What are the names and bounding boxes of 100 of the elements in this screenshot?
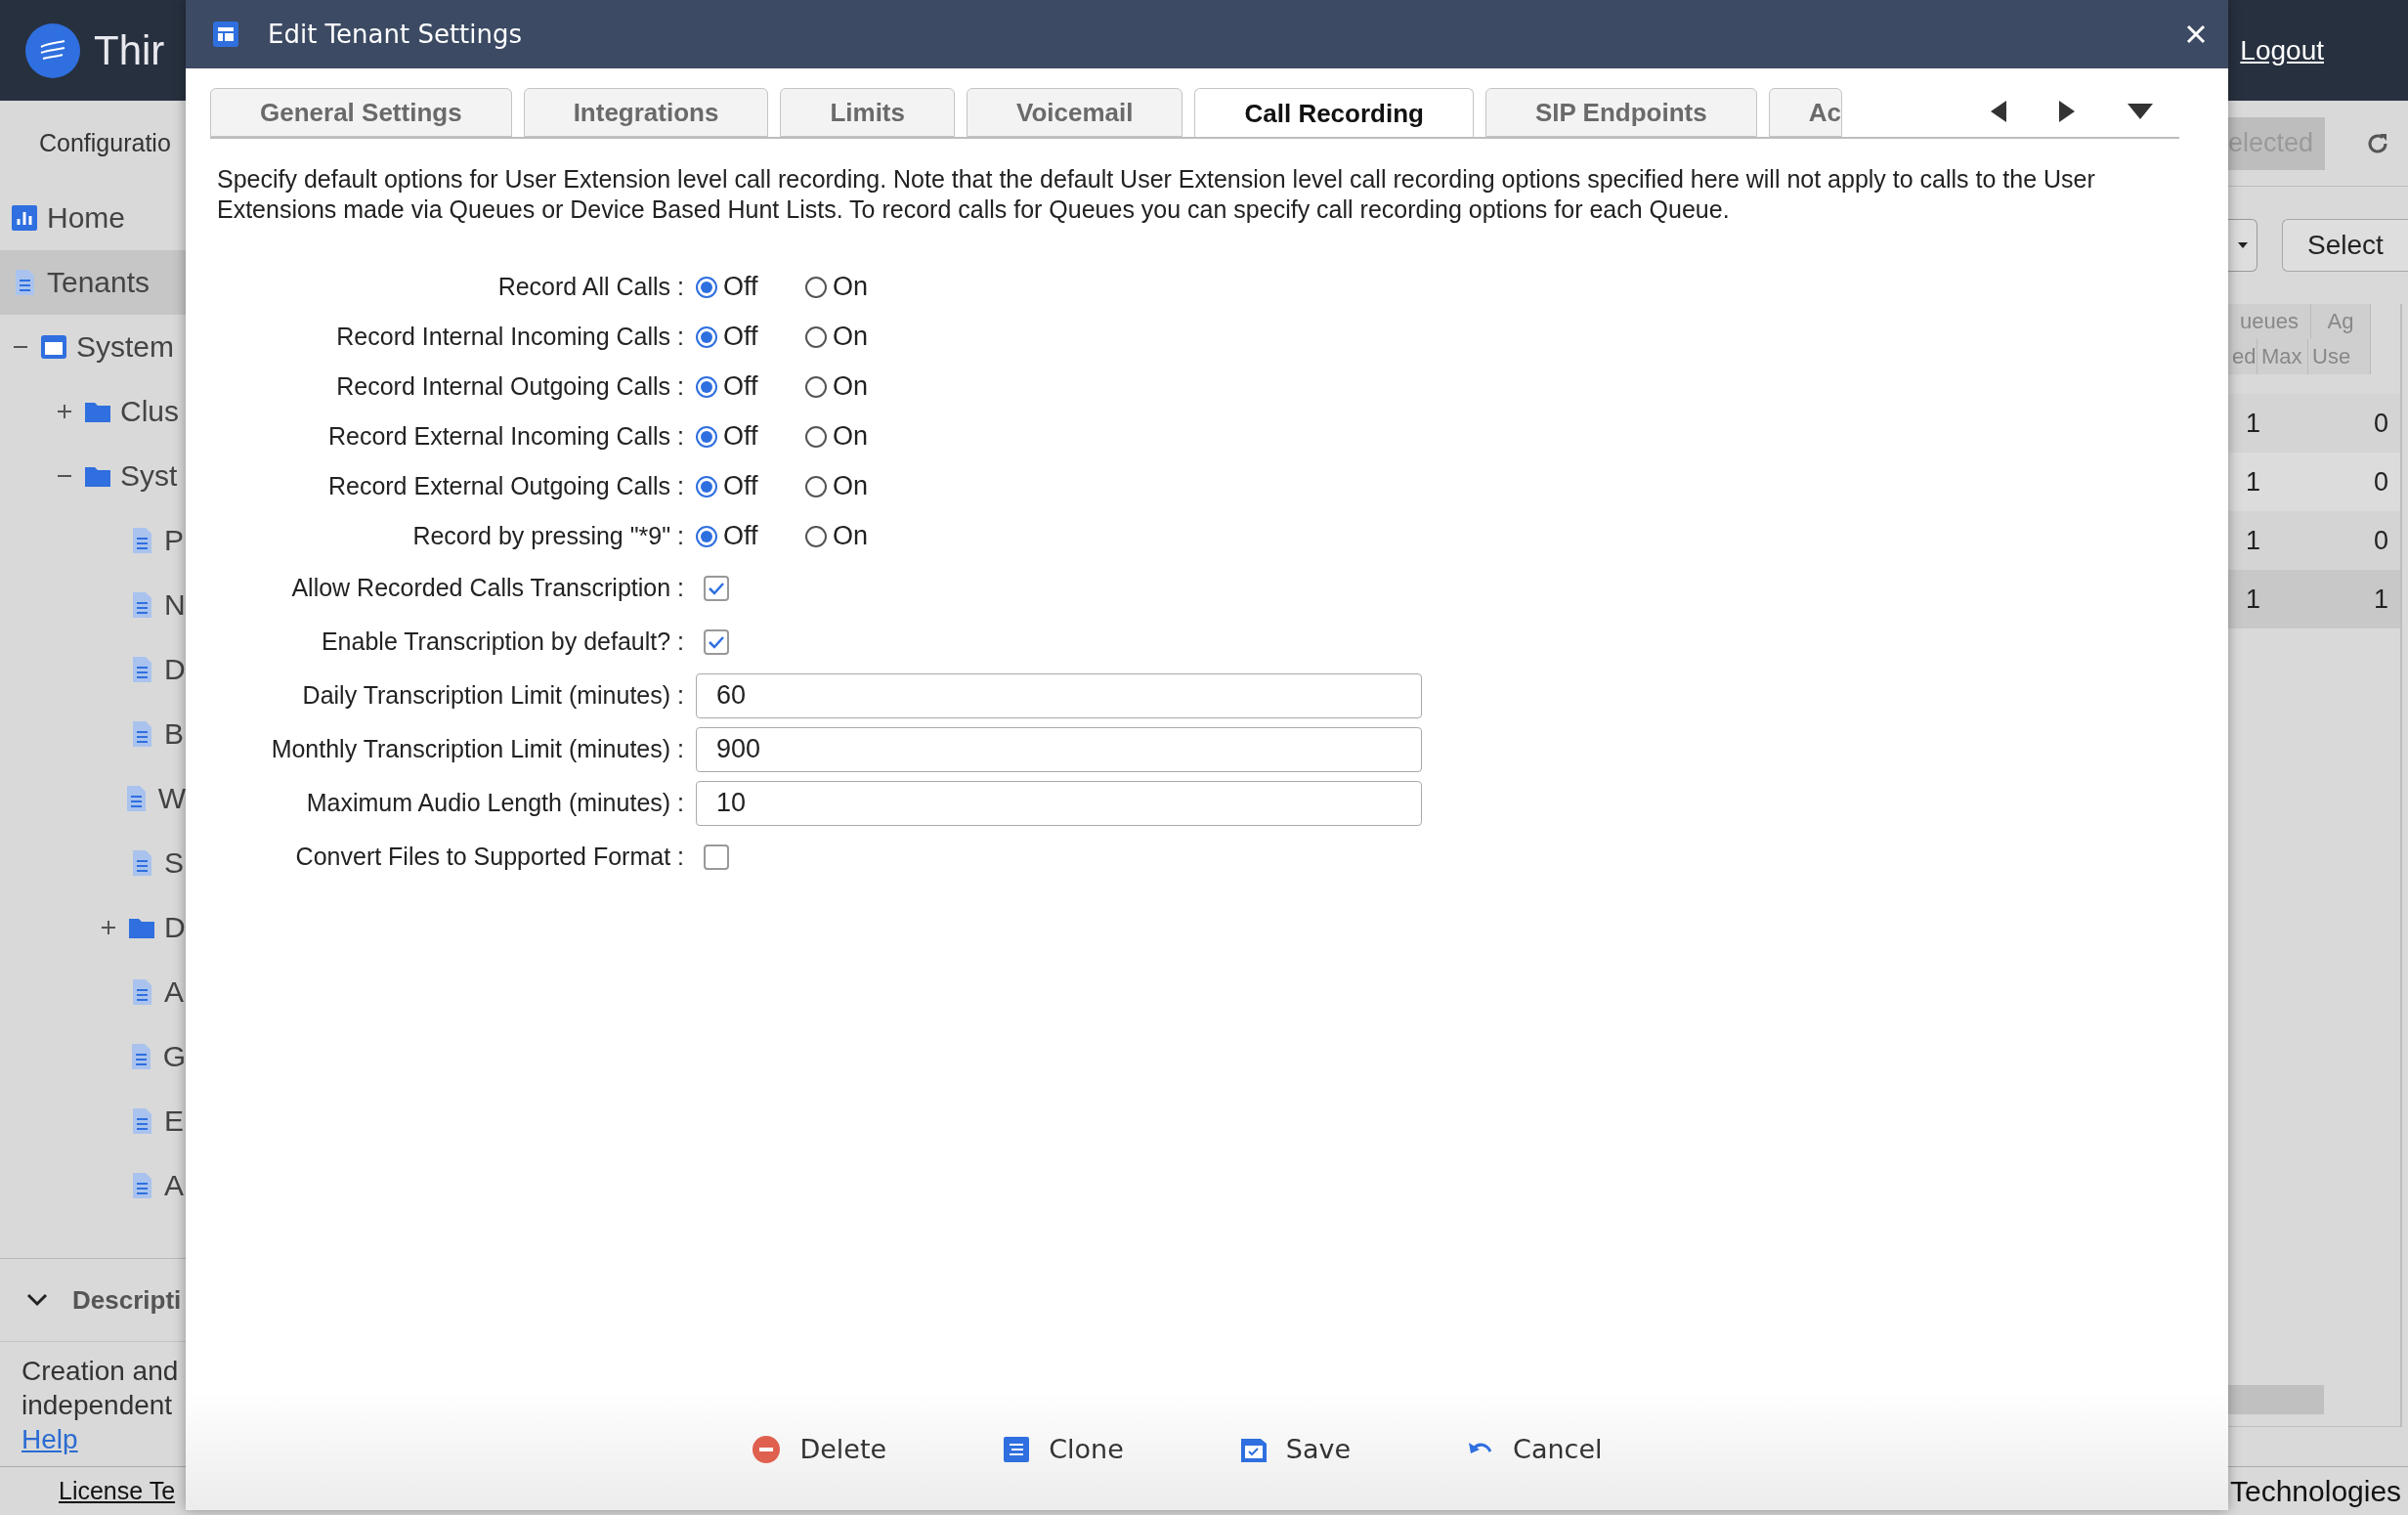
- radio-option[interactable]: Off: [696, 471, 786, 501]
- tab[interactable]: Limits: [780, 88, 955, 137]
- minus-circle-icon: [752, 1435, 781, 1463]
- radio-option[interactable]: On: [805, 322, 895, 352]
- scrollbar[interactable]: [2228, 1385, 2324, 1414]
- logo-icon: [25, 22, 80, 78]
- checkbox[interactable]: [704, 628, 729, 655]
- radio-option[interactable]: Off: [696, 322, 786, 352]
- field-label: Maximum Audio Length (minutes) :: [305, 789, 684, 817]
- field-label: Enable Transcription by default? :: [320, 628, 684, 656]
- dropdown[interactable]: [2228, 219, 2258, 272]
- radio-option[interactable]: On: [805, 272, 895, 302]
- tab-menu-button[interactable]: [2128, 104, 2153, 119]
- tree-item[interactable]: Tenants: [0, 250, 186, 315]
- clone-button[interactable]: Clone: [1004, 1434, 1124, 1464]
- logout-link[interactable]: Logout: [2240, 34, 2324, 66]
- tree-item[interactable]: B: [0, 702, 186, 766]
- tree-item[interactable]: E: [0, 1089, 186, 1153]
- tab[interactable]: General Settings: [210, 88, 512, 137]
- caret-icon: [2237, 242, 2248, 248]
- tree-item[interactable]: S: [0, 831, 186, 895]
- field-label: Record Internal Outgoing Calls :: [335, 372, 684, 401]
- description-text: Creation and: [22, 1355, 180, 1388]
- tab[interactable]: Ac: [1768, 88, 1842, 137]
- tree-item[interactable]: Clus: [0, 379, 186, 444]
- sidebar-heading: Configuratio: [38, 128, 172, 158]
- radio-option[interactable]: On: [805, 421, 895, 452]
- tree-item[interactable]: N: [0, 573, 186, 637]
- radio-option[interactable]: Off: [696, 272, 786, 302]
- radio-option[interactable]: Off: [696, 521, 786, 551]
- dialog-title: Edit Tenant Settings: [268, 20, 524, 49]
- chart-icon: [10, 203, 39, 233]
- tab[interactable]: SIP Endpoints: [1484, 88, 1757, 137]
- radio-button[interactable]: [696, 375, 717, 398]
- input-field[interactable]: 60: [696, 672, 1422, 718]
- check-icon: [708, 634, 725, 649]
- intro-text: Specify default options for User Extension level call recording. Note that the default User Extension level call recording options specified here will not apply to calls to the User Extensions made via Queues or Device Based Hunt Lists. To record calls for Queues you can specify call recording options for each Queue.: [217, 164, 2096, 225]
- radio-button[interactable]: [805, 475, 827, 498]
- license-link[interactable]: License Te: [59, 1477, 176, 1505]
- field-label: Convert Files to Supported Format :: [294, 843, 684, 871]
- check-icon: [708, 581, 725, 595]
- radio-button[interactable]: [805, 525, 827, 547]
- table-cell-text: 1: [2245, 466, 2262, 498]
- tree-item[interactable]: G: [0, 1024, 186, 1089]
- checkbox[interactable]: [704, 844, 729, 870]
- table-cell-text: 1: [2245, 408, 2262, 439]
- save-icon: [1240, 1436, 1267, 1462]
- table-row[interactable]: 1 0: [2228, 511, 2400, 570]
- tree-item[interactable]: A: [0, 1153, 186, 1218]
- table-row[interactable]: 1 0: [2228, 394, 2400, 453]
- radio-button[interactable]: [805, 325, 827, 348]
- tab[interactable]: Call Recording: [1194, 88, 1474, 137]
- tree-item[interactable]: System: [0, 315, 186, 379]
- field-label: Record by pressing "*9" :: [411, 522, 684, 550]
- radio-button[interactable]: [805, 425, 827, 448]
- tree-item[interactable]: A: [0, 960, 186, 1024]
- radio-option[interactable]: Off: [696, 421, 786, 452]
- field-label: Monthly Transcription Limit (minutes) :: [270, 735, 684, 763]
- radio-button[interactable]: [696, 475, 717, 498]
- field-label: Record External Outgoing Calls :: [326, 472, 684, 500]
- radio-button[interactable]: [696, 525, 717, 547]
- field-label: Record Internal Incoming Calls :: [335, 323, 684, 351]
- table-cell-text: 0: [2372, 525, 2389, 556]
- select-button[interactable]: Select: [2282, 219, 2408, 272]
- save-button[interactable]: Save: [1240, 1434, 1352, 1464]
- input-field[interactable]: 10: [696, 780, 1422, 826]
- tree-item[interactable]: W: [0, 766, 186, 831]
- previous-tab-button[interactable]: [1991, 101, 2006, 122]
- radio-option[interactable]: On: [805, 471, 895, 501]
- radio-option[interactable]: Off: [696, 371, 786, 402]
- radio-button[interactable]: [696, 276, 717, 298]
- tab[interactable]: Voicemail: [967, 88, 1183, 137]
- tree-item[interactable]: Syst: [0, 444, 186, 508]
- next-tab-button[interactable]: [2059, 101, 2075, 122]
- radio-button[interactable]: [696, 425, 717, 448]
- help-link[interactable]: Help: [22, 1422, 186, 1456]
- field-label: Allow Recorded Calls Transcription :: [290, 574, 684, 602]
- column-header: Max: [2258, 339, 2308, 374]
- window-icon: [213, 22, 238, 47]
- table-cell-text: 0: [2372, 466, 2389, 498]
- tree-item[interactable]: Home: [0, 186, 186, 250]
- radio-button[interactable]: [805, 375, 827, 398]
- radio-button[interactable]: [696, 325, 717, 348]
- tab[interactable]: Integrations: [523, 88, 769, 137]
- radio-option[interactable]: On: [805, 371, 895, 402]
- description-text: independent: [22, 1389, 174, 1422]
- document-icon: [1004, 1436, 1030, 1462]
- radio-button[interactable]: [805, 276, 827, 298]
- tree-item[interactable]: D: [0, 637, 186, 702]
- radio-option[interactable]: On: [805, 521, 895, 551]
- close-button[interactable]: [2185, 23, 2207, 45]
- input-field[interactable]: 900: [696, 726, 1422, 772]
- cancel-button[interactable]: Cancel: [1468, 1434, 1603, 1464]
- checkbox[interactable]: [704, 575, 729, 601]
- tree-item[interactable]: D: [0, 895, 186, 960]
- field-label: Record All Calls :: [496, 273, 684, 301]
- table-row[interactable]: 1 1: [2228, 570, 2400, 628]
- tree-item[interactable]: P: [0, 508, 186, 573]
- table-cell-text: 0: [2372, 408, 2389, 439]
- delete-button[interactable]: Delete: [752, 1434, 887, 1464]
